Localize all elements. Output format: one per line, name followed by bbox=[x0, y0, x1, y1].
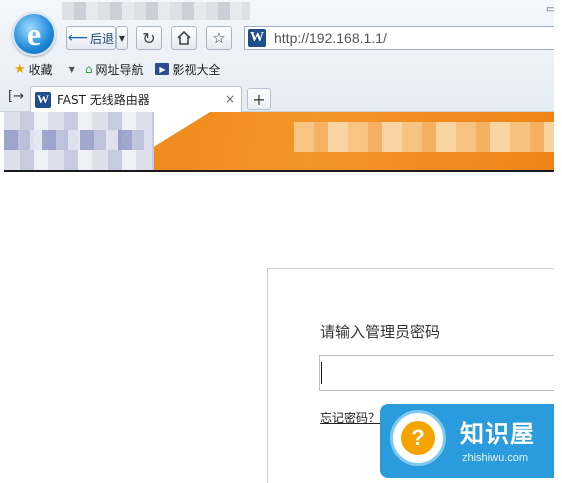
home-icon bbox=[177, 30, 191, 45]
banner-divider bbox=[4, 170, 554, 172]
browser-chrome: ▭ e ⟵ 后退 ▼ ↻ ☆ W http://192.168.1.1/ ★ 收… bbox=[0, 0, 562, 112]
star-icon: ☆ bbox=[212, 29, 226, 47]
new-tab-button[interactable]: + bbox=[247, 88, 271, 110]
chevron-down-icon[interactable]: ▼ bbox=[69, 65, 75, 74]
site-favicon-icon: W bbox=[248, 29, 266, 47]
refresh-button[interactable]: ↻ bbox=[136, 26, 162, 50]
history-dropdown-button[interactable]: ▼ bbox=[116, 26, 128, 50]
plus-icon: + bbox=[252, 89, 266, 109]
video-icon: ▶ bbox=[155, 63, 170, 75]
favorites-menu[interactable]: ★ 收藏 bbox=[14, 61, 53, 78]
tab-fast-router[interactable]: W FAST 无线路由器 × bbox=[30, 86, 242, 112]
video-label: 影视大全 bbox=[172, 62, 221, 77]
banner-text-blurred bbox=[294, 122, 554, 152]
watermark-site-name: 知识屋 bbox=[460, 420, 535, 448]
tab-title: FAST 无线路由器 bbox=[57, 93, 150, 107]
watermark-logo-icon: ? bbox=[390, 410, 446, 466]
chevron-down-icon: ▼ bbox=[118, 33, 126, 43]
forgot-password-link[interactable]: 忘记密码？ bbox=[320, 409, 380, 426]
favorites-star-icon: ★ bbox=[14, 61, 26, 77]
watermark-domain: zhishiwu.com bbox=[462, 452, 529, 464]
refresh-icon: ↻ bbox=[142, 28, 156, 48]
page-banner bbox=[4, 112, 554, 170]
password-prompt: 请输入管理员密码 bbox=[320, 323, 441, 341]
question-icon: ? bbox=[401, 421, 435, 455]
sidebar-toggle-icon[interactable]: [→ bbox=[8, 89, 24, 104]
site-nav-icon: ⌂ bbox=[84, 62, 93, 76]
url-text[interactable]: http://192.168.1.1/ bbox=[274, 30, 387, 46]
site-nav-label: 网址导航 bbox=[95, 62, 144, 77]
favorites-menu-label: 收藏 bbox=[28, 62, 53, 77]
window-title-blurred bbox=[62, 2, 250, 20]
address-bar[interactable]: W http://192.168.1.1/ bbox=[244, 26, 562, 50]
back-button-label: 后退 bbox=[90, 31, 115, 46]
favorites-bar: ★ 收藏 ▼ ⌂ 网址导航 ▶ 影视大全 bbox=[0, 58, 554, 80]
favorite-button[interactable]: ☆ bbox=[206, 26, 232, 50]
text-caret bbox=[321, 362, 322, 384]
password-input[interactable] bbox=[319, 355, 555, 391]
page-right-margin bbox=[554, 0, 562, 483]
arrow-left-icon: ⟵ bbox=[67, 30, 89, 46]
close-icon[interactable]: × bbox=[225, 92, 235, 106]
favorite-site-nav[interactable]: ⌂ 网址导航 bbox=[85, 61, 144, 78]
watermark-badge: ? 知识屋 zhishiwu.com bbox=[380, 404, 554, 478]
tab-favicon-icon: W bbox=[35, 91, 51, 108]
favorite-video[interactable]: ▶ 影视大全 bbox=[155, 61, 220, 78]
banner-logo-blurred bbox=[4, 112, 154, 170]
browser-logo-icon: e bbox=[12, 12, 56, 56]
back-button[interactable]: ⟵ 后退 bbox=[66, 26, 116, 50]
tab-row: [→ W FAST 无线路由器 × + bbox=[0, 86, 554, 112]
home-button[interactable] bbox=[171, 26, 197, 50]
